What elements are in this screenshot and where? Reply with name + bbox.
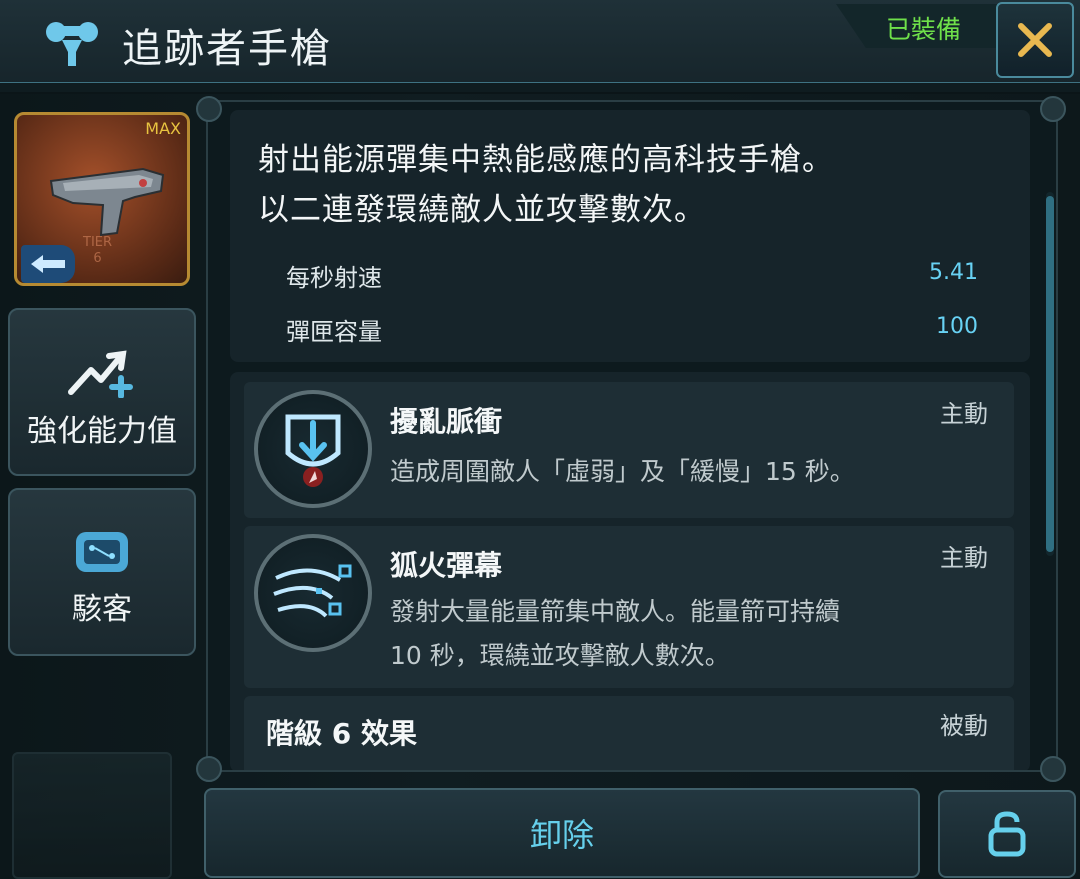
close-button[interactable] — [996, 2, 1074, 78]
panel-corner-ornament — [196, 756, 222, 782]
close-icon — [1018, 23, 1052, 57]
sidebar-item-upgrade[interactable]: 強化能力值 — [8, 308, 196, 476]
skill-description: 發射大量能量箭集中敵人。能量箭可持續 10 秒，環繞並攻擊敵人數次。 — [390, 597, 841, 670]
hack-chip-icon — [76, 532, 128, 572]
homing-arrows-icon — [254, 534, 372, 652]
sidebar-item-hack[interactable]: 駭客 — [8, 488, 196, 656]
arrow-left-icon — [31, 255, 65, 273]
panel-corner-ornament — [196, 96, 222, 122]
header-divider — [0, 82, 1080, 92]
skill-item[interactable]: 擾亂脈衝 主動 造成周圍敵人「虛弱」及「緩慢」15 秒。 — [244, 382, 1014, 518]
sidebar-item-label: 強化能力值 — [27, 414, 177, 449]
skill-description: 造成周圍敵人「虛弱」及「緩慢」15 秒。 — [390, 457, 855, 486]
skill-name: 擾亂脈衝 — [390, 405, 503, 438]
skill-type: 主動 — [940, 544, 988, 572]
skill-type: 被動 — [940, 712, 988, 740]
stat-fire-rate-label: 每秒射速 — [286, 264, 382, 292]
skill-type: 主動 — [940, 400, 988, 428]
sidebar-item-label: 駭客 — [72, 592, 132, 627]
description-line: 射出能源彈集中熱能感應的高科技手槍。 — [258, 142, 834, 178]
page-title: 追跡者手槍 — [122, 26, 332, 72]
stat-magazine-label: 彈匣容量 — [286, 318, 382, 346]
weapon-type-badge — [21, 245, 75, 283]
panel-corner-ornament — [1040, 756, 1066, 782]
panel-corner-ornament — [1040, 96, 1066, 122]
skill-item[interactable]: 狐火彈幕 主動 發射大量能量箭集中敵人。能量箭可持續 10 秒，環繞並攻擊敵人數… — [244, 526, 1014, 688]
lock-button[interactable] — [938, 790, 1076, 878]
skill-name: 狐火彈幕 — [390, 549, 503, 582]
upgrade-arrow-icon — [68, 350, 133, 398]
description-line: 以二連發環繞敵人並攻擊數次。 — [258, 192, 706, 228]
stat-magazine-value: 100 — [936, 314, 978, 339]
content-panel[interactable]: 射出能源彈集中熱能感應的高科技手槍。 以二連發環繞敵人並攻擊數次。 每秒射速 5… — [206, 100, 1058, 772]
description-box: 射出能源彈集中熱能感應的高科技手槍。 以二連發環繞敵人並攻擊數次。 每秒射速 5… — [230, 110, 1030, 362]
stat-fire-rate-value: 5.41 — [929, 260, 978, 285]
skill-item[interactable]: 階級 6 效果 被動 — [244, 696, 1014, 770]
weapon-category-icon — [46, 22, 98, 66]
max-label: MAX — [145, 119, 181, 138]
tier-label: TIER 6 — [83, 235, 113, 266]
pistol-icon — [49, 167, 165, 237]
lock-icon — [988, 811, 1026, 857]
character-portrait — [12, 752, 172, 879]
equipped-status: 已裝備 — [886, 15, 962, 44]
unequip-button[interactable]: 卸除 — [204, 788, 920, 878]
skills-list: 擾亂脈衝 主動 造成周圍敵人「虛弱」及「緩慢」15 秒。 狐火彈幕 主動 發射大… — [230, 372, 1030, 770]
pulse-shield-icon — [254, 390, 372, 508]
scrollbar-thumb[interactable] — [1046, 196, 1054, 552]
skill-name: 階級 6 效果 — [266, 717, 417, 750]
weapon-card[interactable]: MAX TIER 6 — [14, 112, 190, 286]
